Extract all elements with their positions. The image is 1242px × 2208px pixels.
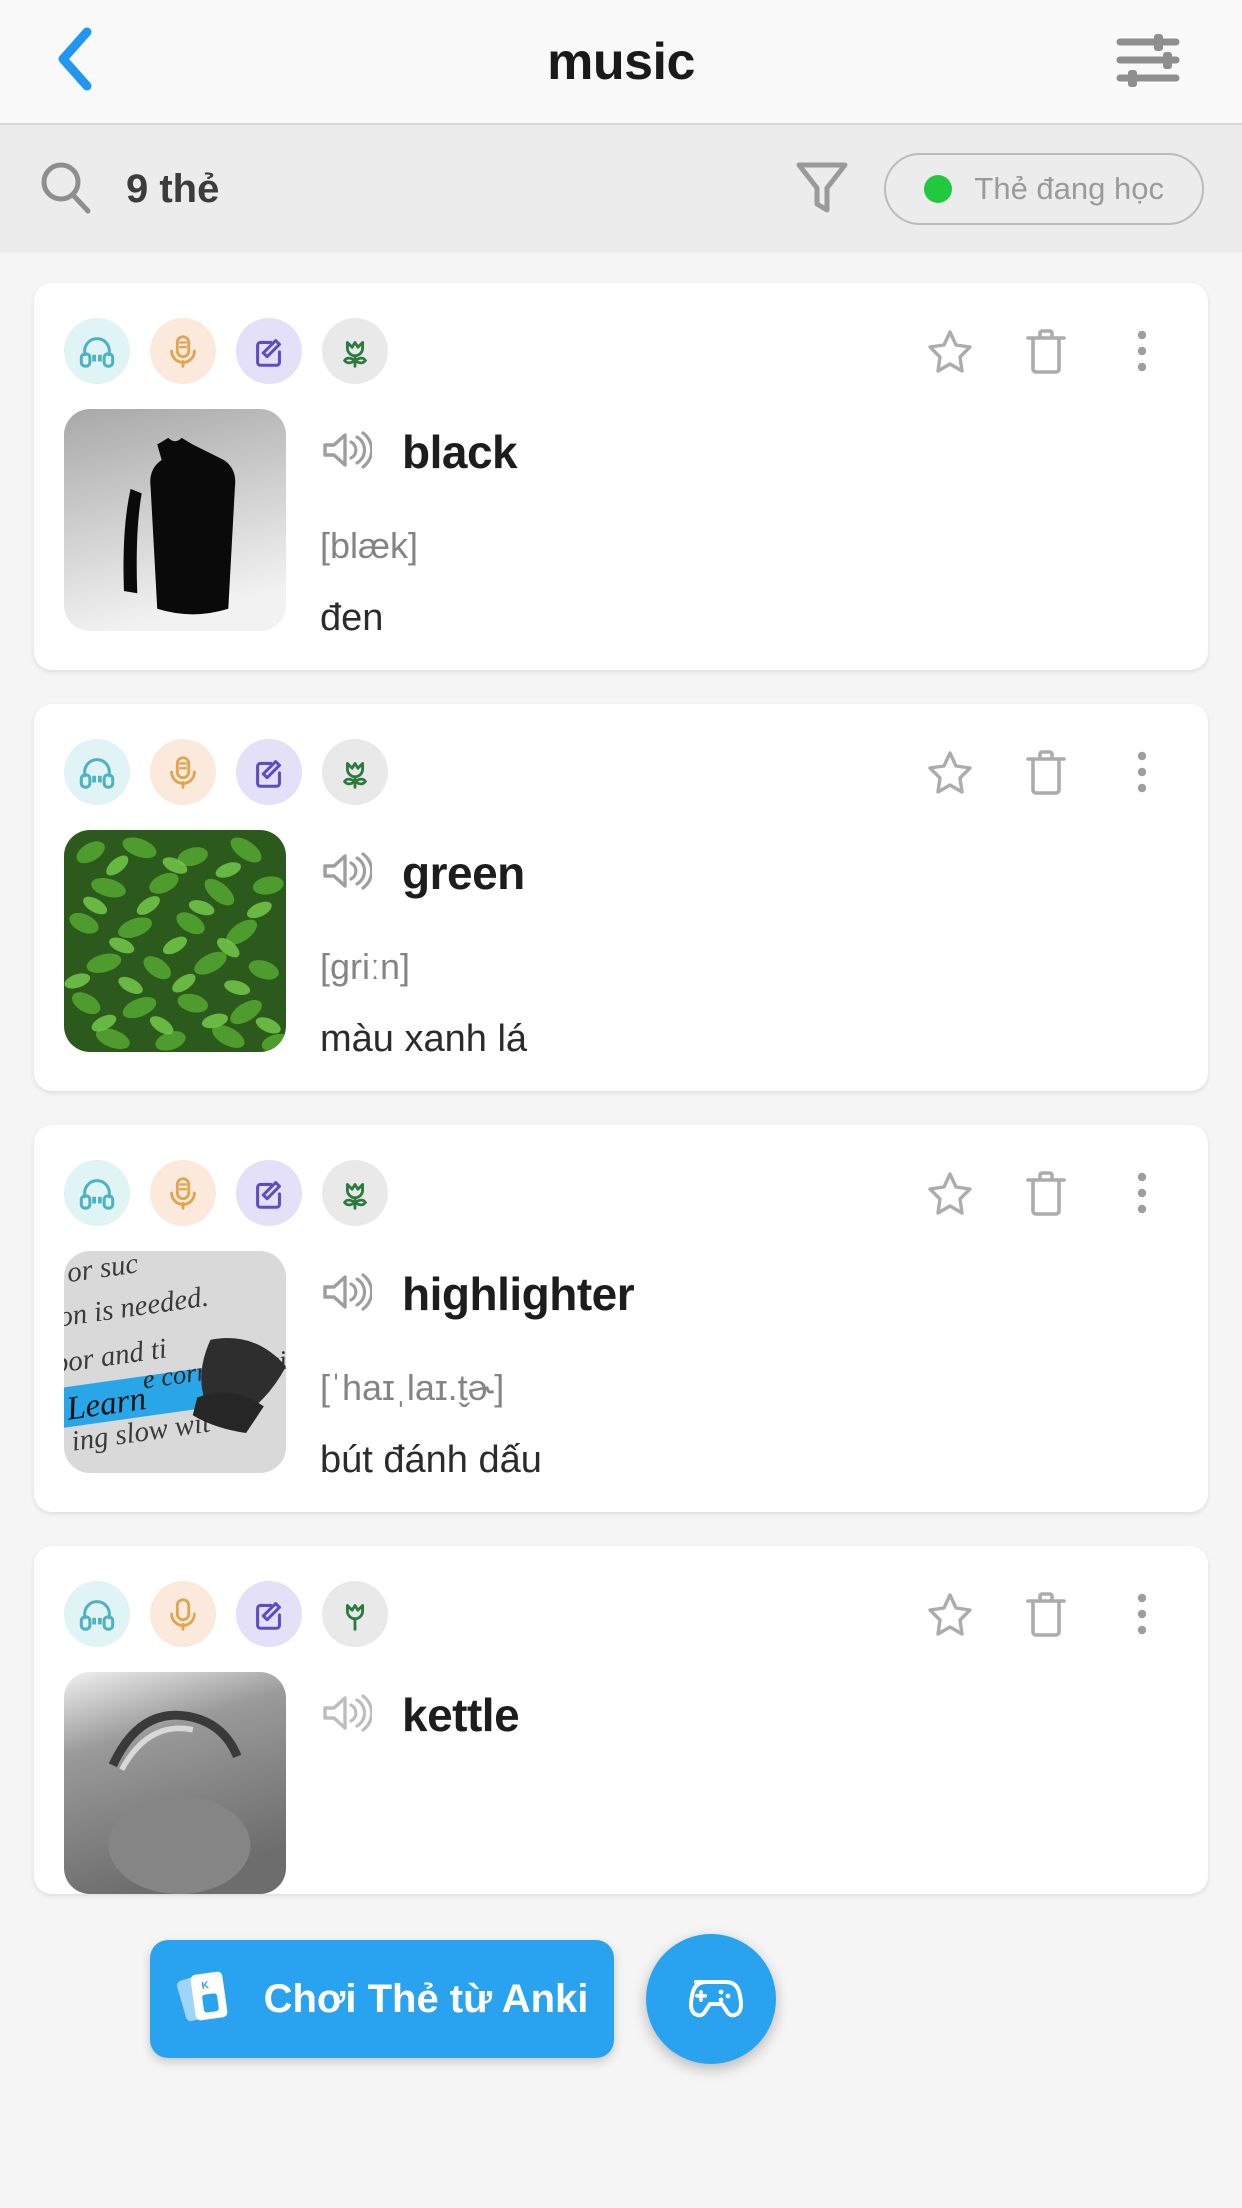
card-text: green [griːn] màu xanh lá [320,830,1178,1061]
card-action-icons [920,321,1178,381]
headphones-icon[interactable] [64,739,130,805]
status-pill-label: Thẻ đang học [974,171,1164,206]
card-list: black [blæk] đen green [griːn] màu xanh … [0,253,1242,1894]
microphone-icon[interactable] [150,318,216,384]
word-label: green [402,847,525,899]
translation-label: bút đánh dấu [320,1439,542,1481]
card-body: black [blæk] đen [64,409,1178,640]
card-body: green [griːn] màu xanh lá [64,830,1178,1061]
edit-pencil-icon[interactable] [236,739,302,805]
word-label: highlighter [402,1268,635,1320]
word-label: kettle [402,1689,520,1741]
more-vertical-icon[interactable] [1112,1584,1172,1644]
word-row: highlighter [320,1267,1178,1321]
card-text: black [blæk] đen [320,409,1178,640]
card-mode-icons [64,318,388,384]
microphone-icon[interactable] [150,739,216,805]
tulip-icon[interactable] [322,318,388,384]
status-dot-icon [924,175,953,203]
headphones-icon[interactable] [64,1581,130,1647]
more-vertical-icon[interactable] [1112,321,1172,381]
card-body: or suc on is needed. bor and ti ing slow… [64,1251,1178,1482]
speaker-wave-icon[interactable] [320,1691,374,1740]
speaker-wave-icon[interactable] [320,428,374,477]
card-action-icons [920,1163,1178,1223]
card-thumbnail[interactable] [64,409,286,631]
page-title: music [547,32,695,91]
table-row[interactable]: or suc on is needed. bor and ti ing slow… [34,1125,1208,1512]
card-count-label: 9 thẻ [126,166,220,211]
more-vertical-icon[interactable] [1112,1163,1172,1223]
word-row: black [320,425,1178,479]
tulip-icon[interactable] [322,1160,388,1226]
word-row: kettle [320,1688,1178,1742]
headphones-icon[interactable] [64,1160,130,1226]
card-body: kettle [64,1672,1178,1894]
microphone-icon[interactable] [150,1160,216,1226]
headphones-icon[interactable] [64,318,130,384]
card-action-icons [920,1584,1178,1644]
translation-label: đen [320,597,384,639]
trash-icon[interactable] [1016,742,1076,802]
tulip-icon[interactable] [322,739,388,805]
play-anki-cards-button[interactable]: K Chơi Thẻ từ Anki [150,1940,614,2058]
search-button[interactable]: 9 thẻ [38,159,782,220]
flashcards-icon: K [176,1965,236,2034]
star-outline-icon[interactable] [920,742,980,802]
card-text: kettle [320,1672,1178,1894]
card-toolbar [64,1572,1178,1656]
speaker-wave-icon[interactable] [320,849,374,898]
phonetic-label: [griːn] [320,946,411,987]
card-toolbar [64,309,1178,393]
phonetic-label: [ˈhaɪˌlaɪ.t̬ɚ] [320,1367,505,1408]
word-label: black [402,426,518,478]
status-filter-pill[interactable]: Thẻ đang học [884,153,1204,225]
tulip-icon[interactable] [322,1581,388,1647]
card-toolbar [64,1151,1178,1235]
edit-pencil-icon[interactable] [236,318,302,384]
star-outline-icon[interactable] [920,1584,980,1644]
play-anki-cards-label: Chơi Thẻ từ Anki [263,1976,589,2021]
card-text: highlighter [ˈhaɪˌlaɪ.t̬ɚ] bút đánh dấu [320,1251,1178,1482]
search-filter-toolbar: 9 thẻ Thẻ đang học [0,125,1242,253]
table-row[interactable]: green [griːn] màu xanh lá [34,704,1208,1091]
table-row[interactable]: black [blæk] đen [34,283,1208,670]
microphone-icon[interactable] [150,1581,216,1647]
floating-action-bar: K Chơi Thẻ từ Anki [0,1934,1242,2064]
navigation-bar: music [0,0,1242,125]
card-thumbnail[interactable] [64,830,286,1052]
phonetic-label: [blæk] [320,525,419,566]
edit-pencil-icon[interactable] [236,1581,302,1647]
search-icon [38,159,94,220]
app-screen: music 9 thẻ Thẻ đang học black [blæk] đe… [0,0,1242,2208]
game-mode-button[interactable] [646,1934,776,2064]
edit-pencil-icon[interactable] [236,1160,302,1226]
card-thumbnail[interactable] [64,1672,286,1894]
trash-icon[interactable] [1016,1163,1076,1223]
card-mode-icons [64,1160,388,1226]
funnel-icon [794,157,850,222]
settings-button[interactable] [1088,0,1208,125]
translation-label: màu xanh lá [320,1018,528,1060]
card-thumbnail[interactable]: or suc on is needed. bor and ti ing slow… [64,1251,286,1473]
table-row[interactable]: kettle [34,1546,1208,1894]
word-row: green [320,846,1178,900]
filter-button[interactable] [782,149,862,229]
speaker-wave-icon[interactable] [320,1270,374,1319]
card-mode-icons [64,739,388,805]
sliders-icon [1114,31,1182,94]
card-action-icons [920,742,1178,802]
card-mode-icons [64,1581,388,1647]
gamepad-icon [676,1970,746,2029]
trash-icon[interactable] [1016,321,1076,381]
star-outline-icon[interactable] [920,321,980,381]
card-toolbar [64,730,1178,814]
trash-icon[interactable] [1016,1584,1076,1644]
star-outline-icon[interactable] [920,1163,980,1223]
more-vertical-icon[interactable] [1112,742,1172,802]
